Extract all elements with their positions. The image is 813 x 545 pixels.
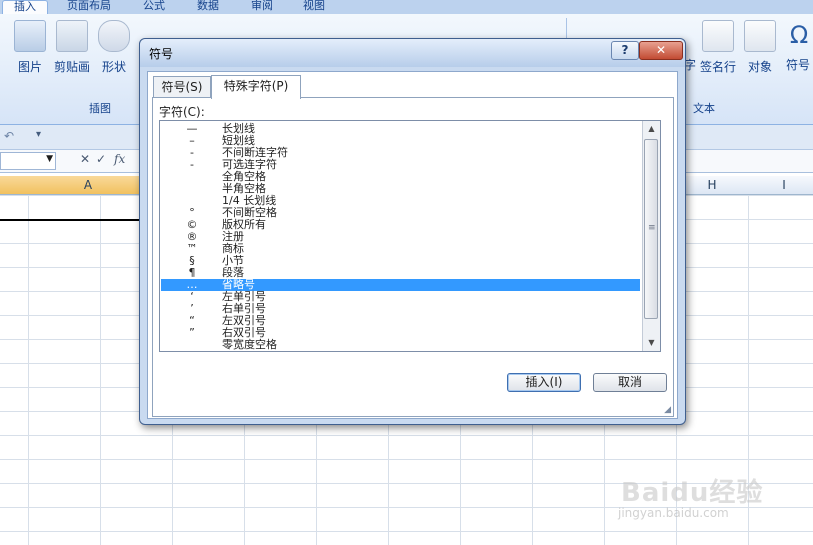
omega-icon: Ω — [789, 21, 809, 49]
tab-symbols[interactable]: 符号(S) — [153, 76, 211, 98]
character-glyph: - — [190, 158, 194, 171]
shapes-icon — [98, 20, 130, 52]
column-header-h[interactable]: H — [683, 176, 741, 194]
help-button[interactable]: ? — [611, 41, 639, 60]
characters-label: 字符(C): — [159, 105, 205, 119]
watermark-url: jingyan.baidu.com — [618, 506, 729, 520]
clipart-button[interactable]: 剪贴画 — [52, 20, 92, 75]
column-header-i[interactable]: I — [749, 176, 813, 194]
cancel-button[interactable]: 取消 — [593, 373, 667, 392]
active-cell-a1[interactable] — [0, 195, 141, 221]
ribbon-tab-review[interactable]: 审阅 — [242, 0, 282, 14]
customize-dropdown-icon[interactable]: ▾ — [36, 129, 41, 140]
insert-button[interactable]: 插入(I) — [507, 373, 581, 392]
close-button[interactable]: ✕ — [639, 41, 683, 60]
character-name: 零宽度空格 — [222, 338, 277, 351]
symbol-dialog: 符号 ? ✕ 符号(S) 特殊字符(P) 字符(C): — 长划线 – 短划线 - 不间断… — [139, 38, 686, 425]
special-characters-pane: 字符(C): — 长划线 – 短划线 - 不间断连字符 - 可选连字符 全角空格 半角空格 1/4 … — [152, 97, 674, 417]
ribbon-tab-insert[interactable]: 插入 — [2, 0, 48, 15]
check-icon[interactable]: ✓ — [96, 152, 106, 166]
cancel-x-icon[interactable]: ✕ — [80, 152, 90, 166]
grip-icon: ≡ — [648, 223, 656, 233]
scroll-thumb[interactable]: ≡ — [644, 139, 658, 319]
tab-special-characters[interactable]: 特殊字符(P) — [211, 75, 301, 99]
list-item[interactable]: 零宽度空格 — [161, 339, 640, 351]
formula-buttons: ✕ ✓ fx — [62, 152, 132, 168]
undo-icon[interactable]: ↶ — [4, 129, 14, 143]
watermark-logo: Baidu经验 — [621, 478, 764, 508]
scroll-down-icon[interactable]: ▼ — [643, 335, 660, 351]
signature-line-button[interactable]: 签名行 — [698, 20, 738, 75]
column-header-a[interactable]: A — [28, 176, 148, 194]
ribbon-tab-bar: 插入 页面布局 公式 数据 审阅 视图 — [0, 0, 813, 15]
fx-icon[interactable]: fx — [114, 152, 125, 166]
ribbon-tab-view[interactable]: 视图 — [294, 0, 334, 14]
dialog-titlebar[interactable]: 符号 ? ✕ — [140, 39, 685, 67]
list-rows: — 长划线 – 短划线 - 不间断连字符 - 可选连字符 全角空格 半角空格 1/4 长划线 ° 不间断… — [161, 123, 640, 351]
resize-grip-icon[interactable]: ◢ — [664, 405, 671, 415]
object-button[interactable]: 对象 — [744, 20, 776, 75]
symbol-button[interactable]: Ω 符号 — [784, 20, 812, 73]
picture-icon — [14, 20, 46, 52]
chevron-down-icon[interactable]: ▼ — [46, 154, 53, 164]
character-glyph: ” — [189, 326, 195, 339]
group-label-text: 文本 — [693, 102, 715, 115]
picture-button[interactable]: 图片 — [12, 20, 48, 75]
object-icon — [744, 20, 776, 52]
shapes-button[interactable]: 形状 — [98, 20, 130, 75]
dialog-title: 符号 — [149, 47, 174, 61]
scroll-up-icon[interactable]: ▲ — [643, 121, 660, 137]
ribbon-tab-formulas[interactable]: 公式 — [134, 0, 174, 14]
ribbon-tab-data[interactable]: 数据 — [188, 0, 228, 14]
special-characters-list[interactable]: — 长划线 – 短划线 - 不间断连字符 - 可选连字符 全角空格 半角空格 1/4 长划线 ° 不间断… — [159, 120, 661, 352]
name-box[interactable]: ▼ — [0, 152, 56, 170]
signature-icon — [702, 20, 734, 52]
group-label-illustrations: 插图 — [89, 102, 111, 115]
ribbon-tab-page-layout[interactable]: 页面布局 — [58, 0, 120, 14]
dialog-body: 符号(S) 特殊字符(P) 字符(C): — 长划线 – 短划线 - 不间断连字符 - 可选连… — [147, 71, 678, 419]
vertical-scrollbar[interactable]: ▲ ≡ ▼ — [642, 121, 660, 351]
clipart-icon — [56, 20, 88, 52]
